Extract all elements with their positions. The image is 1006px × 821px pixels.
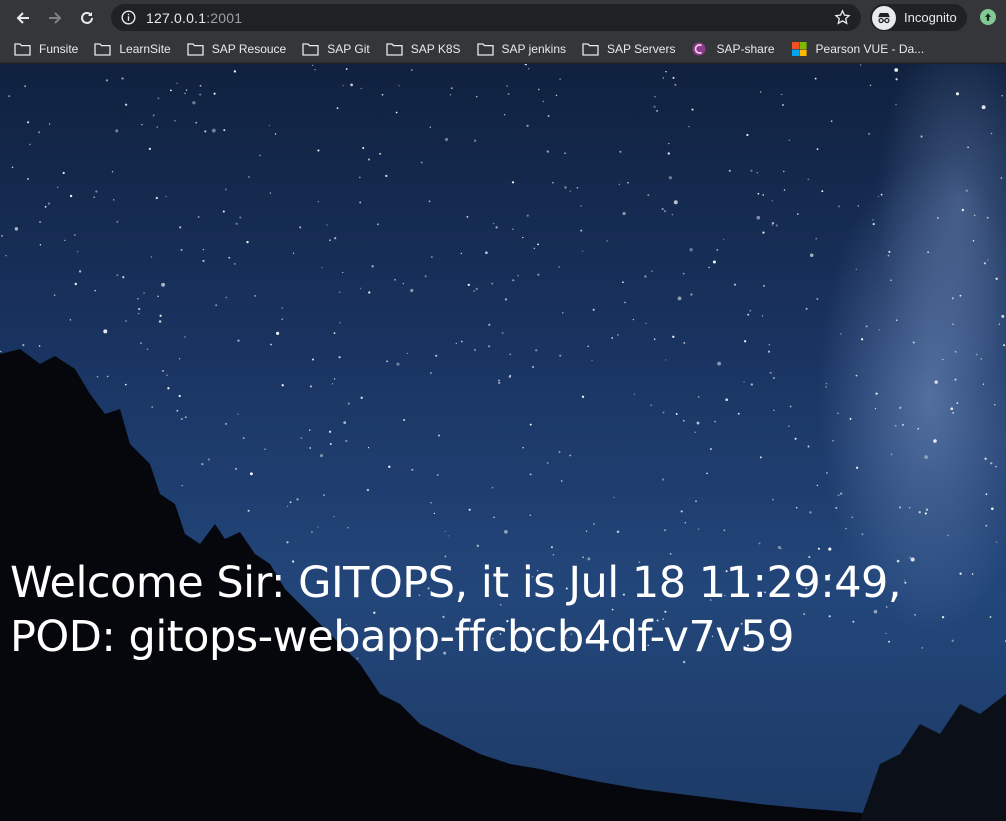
info-icon [121,10,136,25]
profile-label: Incognito [904,10,957,25]
bookmark-sap-servers[interactable]: SAP Servers [582,37,683,61]
bookmark-label: Funsite [39,41,79,56]
bookmark-sap-share[interactable]: SAP-share [691,37,782,61]
bookmarks-bar: Funsite LearnSite SAP Resouce SAP Git SA… [0,35,1006,63]
url-text: 127.0.0.1:2001 [146,10,242,26]
bookmark-label: LearnSite [119,41,171,56]
arrow-right-icon [49,11,62,24]
incognito-profile-button[interactable]: Incognito [870,4,967,31]
welcome-message: Welcome Sir: GITOPS, it is Jul 18 11:29:… [10,556,1000,664]
url-host: 127.0.0.1 [146,9,207,26]
address-bar[interactable]: 127.0.0.1:2001 [111,4,861,31]
reload-button[interactable] [72,3,102,33]
page-content: Welcome Sir: GITOPS, it is Jul 18 11:29:… [0,64,1006,821]
forward-button[interactable] [40,3,70,33]
bookmark-label: SAP K8S [410,41,461,56]
bookmark-sap-git[interactable]: SAP Git [302,37,377,61]
bookmark-label: SAP Resouce [211,41,287,56]
bookmark-label: SAP Git [327,41,370,56]
pod-line: POD: gitops-webapp-ffcbcb4df-v7v59 [10,612,794,662]
browser-toolbar: 127.0.0.1:2001 Incognito [0,0,1006,35]
incognito-icon [872,5,896,30]
bookmark-pearson-vue[interactable]: Pearson VUE - Da... [791,37,933,61]
bookmark-funsite[interactable]: Funsite [14,37,86,61]
tree-silhouette [0,349,1006,821]
reload-icon [81,11,93,24]
url-port: :2001 [206,9,243,26]
bookmark-label: Pearson VUE - Da... [815,41,925,56]
folder-icon [94,42,112,56]
bookmark-learnsite[interactable]: LearnSite [94,37,178,61]
folder-icon [476,42,494,56]
welcome-line: Welcome Sir: GITOPS, it is Jul 18 11:29:… [10,558,902,608]
update-icon[interactable] [980,9,996,25]
arrow-left-icon [16,11,29,24]
microsoft-icon [791,41,807,56]
folder-icon [14,42,31,56]
back-button[interactable] [8,3,38,33]
bookmark-sap-resouce[interactable]: SAP Resouce [187,37,295,61]
folder-icon [582,42,599,56]
bookmark-label: SAP-share [716,41,775,56]
folder-icon [302,42,319,56]
folder-icon [386,42,403,56]
bookmark-star-icon[interactable] [834,9,851,26]
bookmark-label: SAP Servers [607,41,676,56]
bookmark-sap-k8s[interactable]: SAP K8S [386,37,469,61]
bookmark-label: SAP jenkins [501,41,566,56]
sap-share-icon [692,42,706,55]
bookmark-sap-jenkins[interactable]: SAP jenkins [476,37,574,61]
folder-icon [187,42,204,56]
